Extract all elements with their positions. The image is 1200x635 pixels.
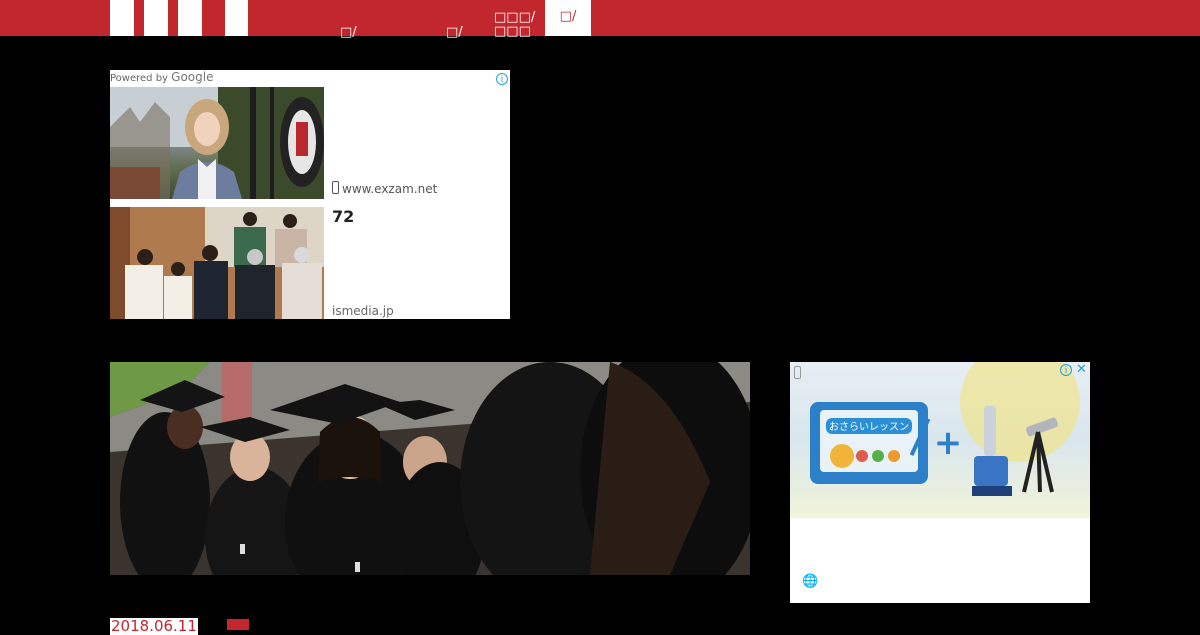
top-navigation-bar: □/ □/ □□□/ □□□ □/ bbox=[0, 0, 1200, 40]
ad-info-icon[interactable]: i bbox=[496, 73, 508, 85]
ad-url[interactable]: www.exzam.net bbox=[332, 181, 437, 196]
close-icon[interactable]: ✕ bbox=[1076, 363, 1087, 377]
side-ad-image[interactable]: おさらいレッスン + bbox=[790, 362, 1090, 518]
category-tag[interactable] bbox=[227, 619, 249, 630]
post-date: 2018.06.11 bbox=[110, 617, 198, 635]
globe-icon[interactable]: 🌐 bbox=[802, 574, 818, 589]
hero-image-graduates bbox=[110, 362, 750, 575]
ad-source[interactable]: ismedia.jp bbox=[332, 304, 394, 318]
ad-headline[interactable]: 72 bbox=[332, 207, 354, 226]
side-ad-banner-title: おさらいレッスン bbox=[829, 421, 909, 433]
phone-icon bbox=[332, 181, 339, 194]
ad-thumbnail-family-portrait[interactable] bbox=[110, 207, 324, 319]
phone-icon bbox=[794, 366, 801, 379]
ad-choices-icon[interactable]: i bbox=[1060, 364, 1072, 376]
ad-thumbnail-girl-gate[interactable] bbox=[110, 87, 324, 199]
site-logo[interactable] bbox=[110, 0, 248, 36]
nav-item-3-sub: □□□ bbox=[494, 24, 531, 39]
nav-item-2[interactable]: □/ bbox=[446, 25, 463, 40]
powered-by-google: Powered by Google bbox=[110, 70, 214, 84]
side-ad-banner[interactable]: おさらいレッスン + i ✕ 🌐 bbox=[790, 362, 1090, 603]
nav-item-active-label: □/ bbox=[559, 9, 577, 24]
nav-item-active[interactable]: □/ bbox=[545, 0, 591, 36]
nav-item-3[interactable]: □□□/ bbox=[494, 10, 535, 25]
plus-icon: + bbox=[934, 423, 963, 463]
nav-item-1[interactable]: □/ bbox=[340, 25, 357, 40]
sponsored-ad-block[interactable]: Powered by Google i www.exzam.net 72 ism… bbox=[110, 70, 510, 319]
